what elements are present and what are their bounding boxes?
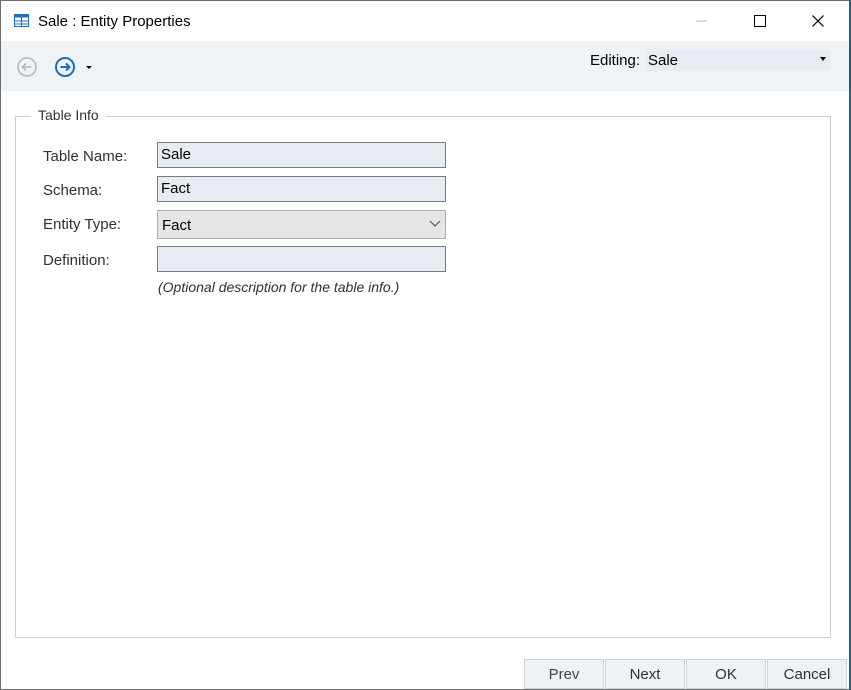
schema-field[interactable]: Fact <box>157 176 446 202</box>
editing-select-value: Sale <box>648 52 679 69</box>
table-name-value: Sale <box>161 146 192 163</box>
table-name-label: Table Name: <box>43 148 128 165</box>
schema-label: Schema: <box>43 182 103 199</box>
close-button[interactable] <box>789 1 847 41</box>
entity-type-combo[interactable]: Fact <box>157 210 446 239</box>
caret-down-icon[interactable] <box>83 62 95 72</box>
entity-properties-window: Sale : Entity Properties Editing: Sale T… <box>0 0 851 690</box>
arrow-left-circle-icon[interactable] <box>16 56 38 78</box>
maximize-icon <box>754 15 766 27</box>
close-icon <box>812 15 824 27</box>
editing-select[interactable]: Sale <box>646 49 830 71</box>
prev-button[interactable]: Prev <box>524 659 604 689</box>
next-button[interactable]: Next <box>605 659 685 689</box>
entity-type-label: Entity Type: <box>43 216 122 233</box>
table-info-group-title: Table Info <box>31 107 106 123</box>
entity-type-value: Fact <box>162 217 192 234</box>
chevron-down-icon <box>820 57 826 61</box>
definition-field[interactable] <box>157 246 446 272</box>
table-name-field[interactable]: Sale <box>157 142 446 168</box>
minimize-button[interactable] <box>673 1 731 41</box>
title-bar[interactable]: Sale : Entity Properties <box>1 1 850 41</box>
chevron-down-icon <box>429 220 441 227</box>
window-title: Sale : Entity Properties <box>38 13 191 30</box>
minimize-icon <box>696 20 707 22</box>
maximize-button[interactable] <box>731 1 789 41</box>
table-icon <box>14 14 29 27</box>
ok-button[interactable]: OK <box>686 659 766 689</box>
toolbar: Editing: Sale <box>1 41 850 91</box>
cancel-button[interactable]: Cancel <box>767 659 847 689</box>
arrow-right-circle-icon[interactable] <box>54 56 76 78</box>
definition-label: Definition: <box>43 252 110 269</box>
schema-value: Fact <box>161 180 191 197</box>
definition-hint: (Optional description for the table info… <box>158 279 400 295</box>
editing-label: Editing: <box>590 52 641 69</box>
